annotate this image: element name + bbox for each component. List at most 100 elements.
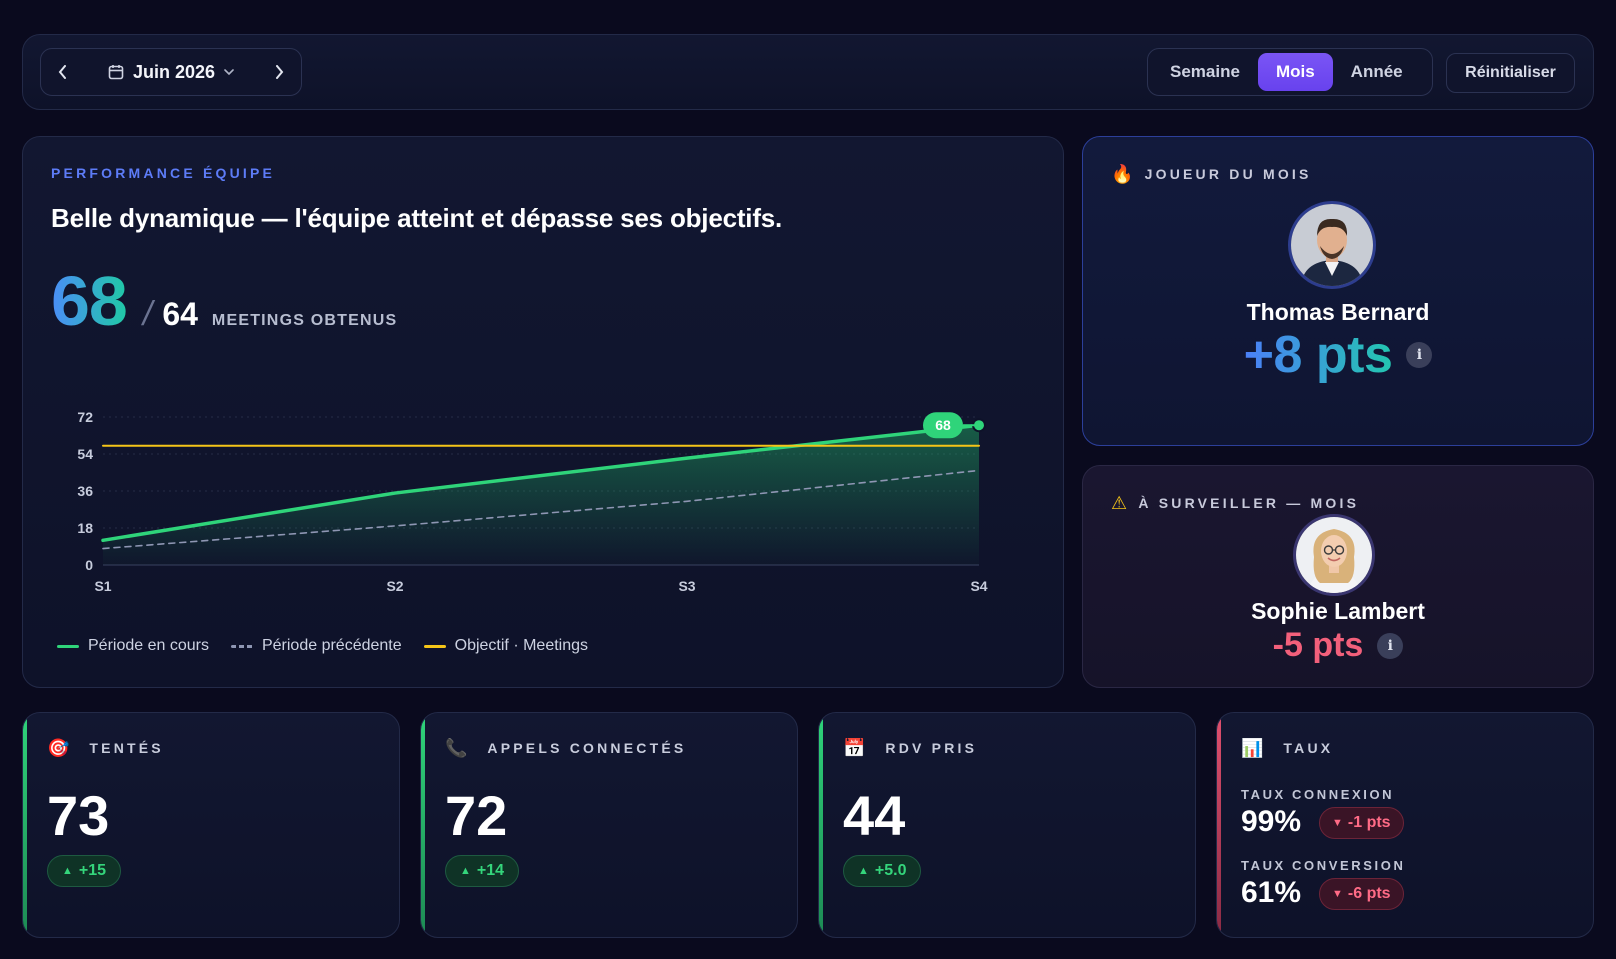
- legend-swatch: [230, 644, 253, 648]
- chart-legend: Période en cours Période précédente Obje…: [57, 637, 588, 655]
- delta-value: -6 pts: [1347, 885, 1391, 902]
- kpi-header: 🎯 TENTÉS: [47, 739, 164, 757]
- kpi-value: 72: [445, 784, 508, 847]
- legend-swatch: [57, 644, 79, 648]
- chevron-right-icon: [276, 65, 284, 79]
- tab-year[interactable]: Année: [1333, 53, 1421, 91]
- bar-chart-icon: 📊: [1241, 738, 1264, 758]
- x-tick-label: S2: [386, 578, 403, 594]
- kpi-label: APPELS CONNECTÉS: [487, 740, 687, 756]
- phone-icon: 📞: [445, 738, 468, 758]
- reset-button[interactable]: Réinitialiser: [1446, 53, 1575, 93]
- meetings-target: 64: [162, 296, 198, 332]
- legend-label: Objectif · Meetings: [454, 637, 589, 654]
- avatar: [1293, 514, 1375, 596]
- delta-badge: ▲ +15: [47, 855, 122, 887]
- player-of-month-card: 🔥 JOUEUR DU MOIS Thomas Bernard +8 pts i: [1082, 136, 1594, 446]
- info-icon[interactable]: i: [1377, 632, 1404, 659]
- calendar-icon: [108, 65, 124, 80]
- meetings-unit-label: MEETINGS OBTENUS: [211, 312, 398, 329]
- delta-value: +14: [476, 862, 505, 879]
- next-period-button[interactable]: [257, 49, 301, 95]
- tab-week[interactable]: Semaine: [1152, 53, 1258, 91]
- card-eyebrow: ⚠ À SURVEILLER — MOIS: [1111, 494, 1359, 512]
- top-toolbar: Juin 2026 Semaine Mois Année Réinitialis…: [22, 34, 1594, 110]
- x-tick-label: S3: [678, 578, 695, 594]
- value-separator: /: [142, 295, 153, 333]
- y-tick-label: 36: [77, 483, 93, 499]
- arrow-up-icon: ▲: [858, 865, 869, 877]
- section-eyebrow: PERFORMANCE ÉQUIPE: [51, 165, 276, 181]
- x-tick-label: S1: [94, 578, 111, 594]
- date-label: Juin 2026: [132, 61, 216, 82]
- date-picker-button[interactable]: Juin 2026: [85, 62, 257, 83]
- watch-card: ⚠ À SURVEILLER — MOIS Sophie Lambert -5 …: [1082, 465, 1594, 688]
- chevron-left-icon: [58, 65, 66, 79]
- x-tick-label: S4: [970, 578, 987, 594]
- target-icon: 🎯: [47, 738, 70, 758]
- rate-delta-conversion: ▼ -6 pts: [1319, 878, 1404, 910]
- avatar: [1288, 201, 1376, 289]
- rate-delta-connexion: ▼ -1 pts: [1319, 807, 1404, 839]
- person-photo-icon: [1296, 517, 1372, 593]
- rate-label-connexion: TAUX CONNEXION: [1241, 787, 1395, 802]
- legend-label: Période en cours: [88, 637, 209, 654]
- watch-person-name: Sophie Lambert: [1251, 598, 1425, 624]
- y-tick-label: 54: [77, 446, 93, 462]
- meetings-summary: 68 / 64 MEETINGS OBTENUS: [51, 261, 397, 341]
- card-accent: [819, 713, 823, 937]
- chevron-down-icon: [224, 68, 234, 75]
- calendar-icon: 📅: [843, 738, 866, 758]
- delta-value: +5.0: [874, 862, 907, 879]
- card-accent: [421, 713, 425, 937]
- person-photo-icon: [1291, 204, 1373, 286]
- watch-score: -5 pts: [1272, 626, 1364, 664]
- arrow-up-icon: ▲: [460, 865, 471, 877]
- kpi-card-rates: 📊 TAUX TAUX CONNEXION 99% ▼ -1 pts TAUX …: [1216, 712, 1594, 938]
- kpi-label: TAUX: [1283, 740, 1334, 756]
- player-score-row: +8 pts i: [1083, 325, 1593, 385]
- info-icon[interactable]: i: [1406, 342, 1433, 368]
- kpi-card-attempts: 🎯 TENTÉS 73 ▲ +15: [22, 712, 400, 938]
- date-navigator: Juin 2026: [40, 48, 302, 96]
- legend-item-current: Période en cours: [57, 637, 209, 655]
- y-tick-label: 0: [85, 557, 93, 573]
- legend-item-previous: Période précédente: [230, 637, 402, 655]
- delta-value: -1 pts: [1347, 814, 1391, 831]
- kpi-header: 📅 RDV PRIS: [843, 739, 977, 757]
- arrow-down-icon: ▼: [1332, 888, 1343, 900]
- team-performance-panel: 0 18 36 54 72 S1 S2 S3 S4 68 PERFORMANCE ÉQUIPE B…: [22, 136, 1064, 688]
- card-accent: [1217, 713, 1221, 937]
- legend-swatch: [423, 644, 446, 648]
- player-score: +8 pts: [1243, 326, 1393, 384]
- legend-item-target: Objectif · Meetings: [423, 637, 589, 655]
- player-name: Thomas Bernard: [1246, 299, 1430, 325]
- arrow-down-icon: ▼: [1332, 817, 1343, 829]
- delta-value: +15: [78, 862, 107, 879]
- kpi-value: 73: [47, 784, 110, 847]
- rate-value-conversion: 61%: [1241, 876, 1302, 909]
- delta-badge: ▲ +14: [445, 855, 520, 887]
- kpi-card-meetings-booked: 📅 RDV PRIS 44 ▲ +5.0: [818, 712, 1196, 938]
- kpi-header: 📊 TAUX: [1241, 739, 1333, 757]
- rate-value-connexion: 99%: [1241, 805, 1302, 838]
- delta-badge: ▲ +5.0: [843, 855, 922, 887]
- previous-period-button[interactable]: [41, 49, 85, 95]
- arrow-up-icon: ▲: [62, 865, 73, 877]
- card-eyebrow: 🔥 JOUEUR DU MOIS: [1111, 165, 1312, 183]
- card-eyebrow-label: JOUEUR DU MOIS: [1144, 166, 1312, 182]
- watch-score-row: -5 pts i: [1083, 626, 1593, 665]
- y-tick-label: 72: [77, 409, 93, 425]
- kpi-card-connected-calls: 📞 APPELS CONNECTÉS 72 ▲ +14: [420, 712, 798, 938]
- meetings-value: 68: [51, 262, 128, 340]
- period-selector: Semaine Mois Année: [1147, 48, 1433, 96]
- kpi-header: 📞 APPELS CONNECTÉS: [445, 739, 686, 757]
- fire-icon: 🔥: [1111, 164, 1137, 184]
- y-tick-label: 18: [77, 520, 93, 536]
- end-value-label: 68: [935, 417, 951, 433]
- tab-month[interactable]: Mois: [1257, 53, 1333, 91]
- rate-label-conversion: TAUX CONVERSION: [1241, 858, 1406, 873]
- card-accent: [23, 713, 27, 937]
- legend-label: Période précédente: [261, 637, 402, 654]
- kpi-value: 44: [843, 784, 906, 847]
